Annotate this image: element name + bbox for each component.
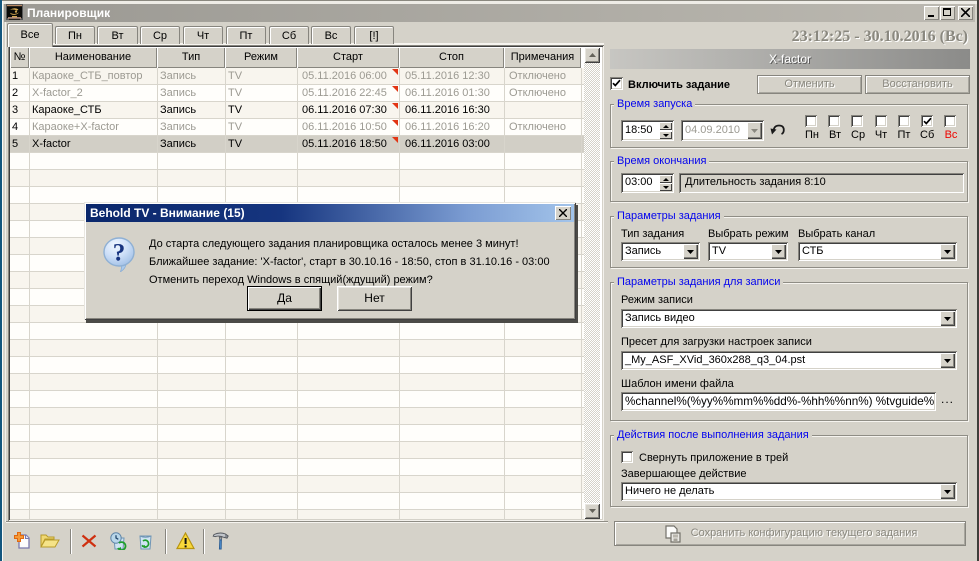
svg-text:?: ? <box>113 240 126 267</box>
